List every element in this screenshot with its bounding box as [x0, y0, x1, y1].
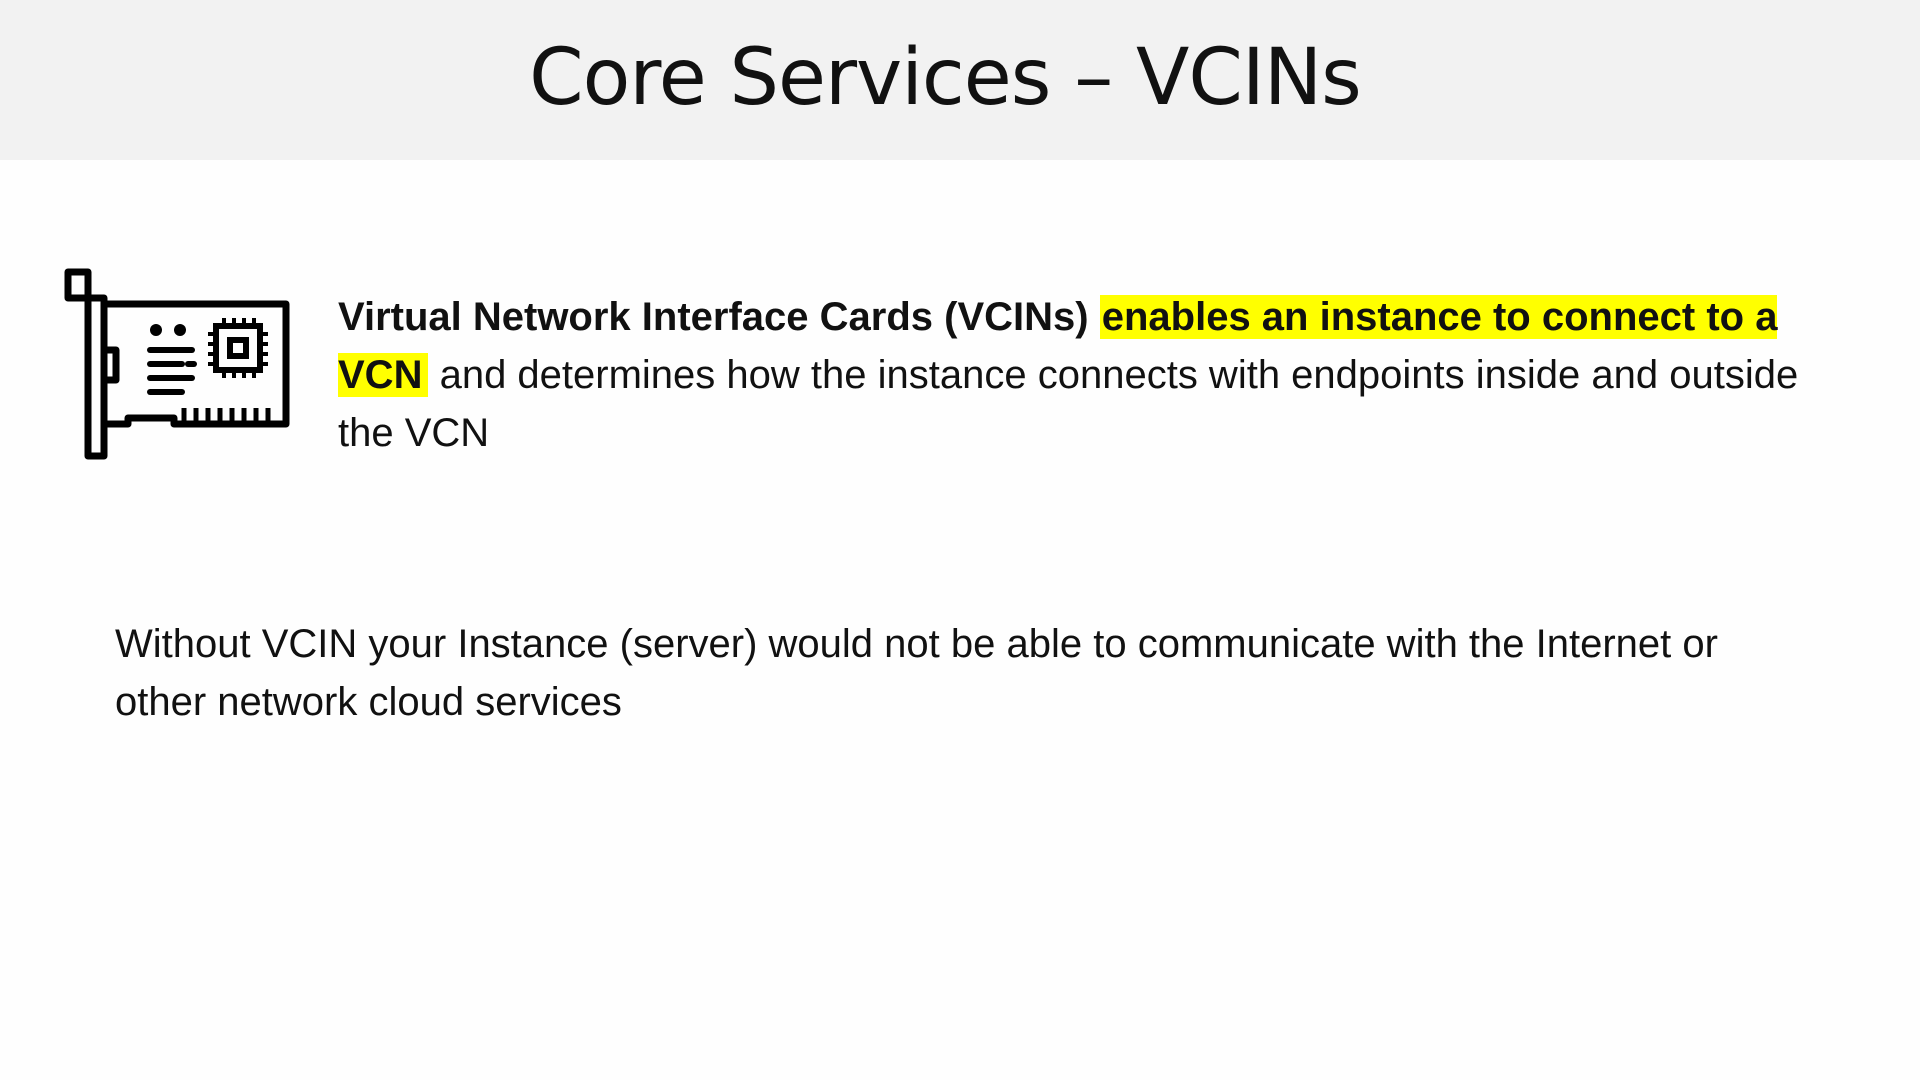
- slide-title: Core Services – VCINs: [529, 33, 1362, 123]
- title-bar: Core Services – VCINs: [0, 0, 1920, 160]
- slide: Core Services – VCINs Virtual Network In…: [0, 0, 1920, 1080]
- vcin-term: Virtual Network Interface Cards (VCINs): [338, 295, 1089, 339]
- network-card-icon: [64, 268, 290, 460]
- vcin-description: and determines how the instance connects…: [338, 353, 1799, 455]
- vcin-note: Without VCIN your Instance (server) woul…: [115, 622, 1718, 724]
- vcin-definition: Virtual Network Interface Cards (VCINs) …: [338, 288, 1858, 462]
